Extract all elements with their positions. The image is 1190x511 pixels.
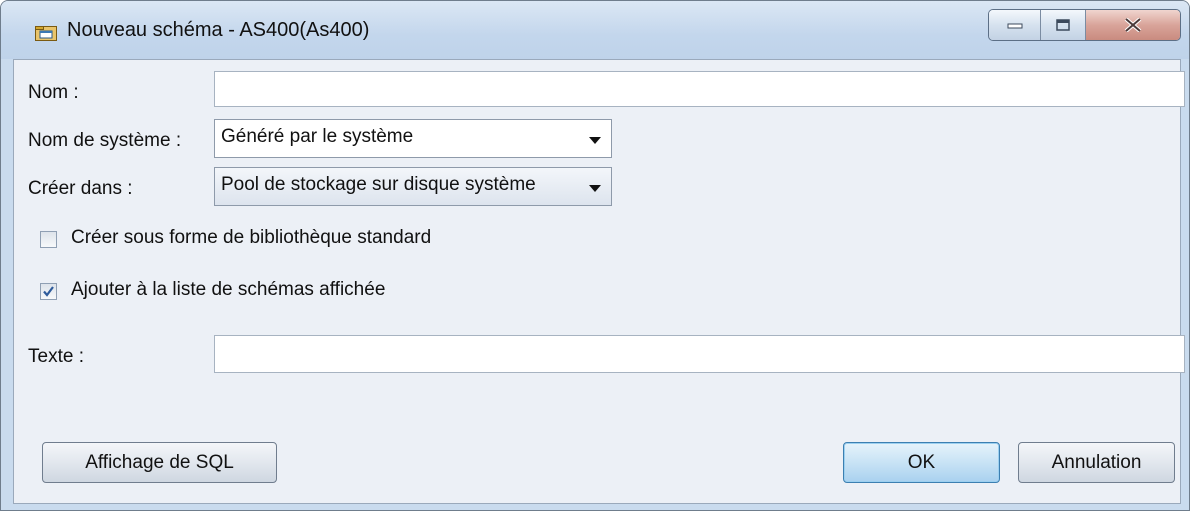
systeme-label: Nom de système : bbox=[28, 130, 182, 151]
chevron-down-icon bbox=[589, 137, 601, 144]
schema-folder-icon bbox=[35, 26, 57, 41]
nom-label: Nom : bbox=[28, 82, 79, 103]
minimize-icon bbox=[1007, 23, 1022, 29]
maximize-icon bbox=[1056, 19, 1070, 31]
standard-library-checkbox[interactable] bbox=[40, 231, 57, 248]
title-bar[interactable]: Nouveau schéma - AS400(As400) bbox=[1, 1, 1189, 59]
minimize-button[interactable] bbox=[989, 10, 1041, 40]
nom-input[interactable] bbox=[214, 71, 1185, 107]
add-to-list-checkbox[interactable] bbox=[40, 283, 57, 300]
standard-library-label[interactable]: Créer sous forme de bibliothèque standar… bbox=[71, 227, 431, 249]
checkmark-icon bbox=[43, 286, 54, 297]
creer-combo[interactable]: Pool de stockage sur disque système bbox=[214, 167, 612, 206]
dialog-client-area: Nom : Nom de système : Généré par le sys… bbox=[13, 59, 1185, 504]
chevron-down-icon bbox=[589, 185, 601, 192]
window-title: Nouveau schéma - AS400(As400) bbox=[67, 19, 370, 41]
ok-button[interactable]: OK bbox=[843, 442, 1000, 483]
texte-label: Texte : bbox=[28, 346, 84, 367]
add-to-list-label[interactable]: Ajouter à la liste de schémas affichée bbox=[71, 279, 385, 301]
close-icon bbox=[1124, 18, 1142, 32]
close-button[interactable] bbox=[1086, 10, 1180, 40]
systeme-combo[interactable]: Généré par le système bbox=[214, 119, 612, 158]
creer-label: Créer dans : bbox=[28, 178, 133, 199]
maximize-button[interactable] bbox=[1041, 10, 1086, 40]
systeme-combo-value: Généré par le système bbox=[221, 126, 414, 147]
dialog-window: Nouveau schéma - AS400(As400) Nom: Nom … bbox=[0, 0, 1190, 511]
creer-combo-value: Pool de stockage sur disque système bbox=[221, 174, 536, 195]
window-controls bbox=[988, 9, 1181, 41]
show-sql-button[interactable]: Affichage de SQL bbox=[42, 442, 277, 483]
cancel-button[interactable]: Annulation bbox=[1018, 442, 1175, 483]
texte-input[interactable] bbox=[214, 335, 1185, 373]
